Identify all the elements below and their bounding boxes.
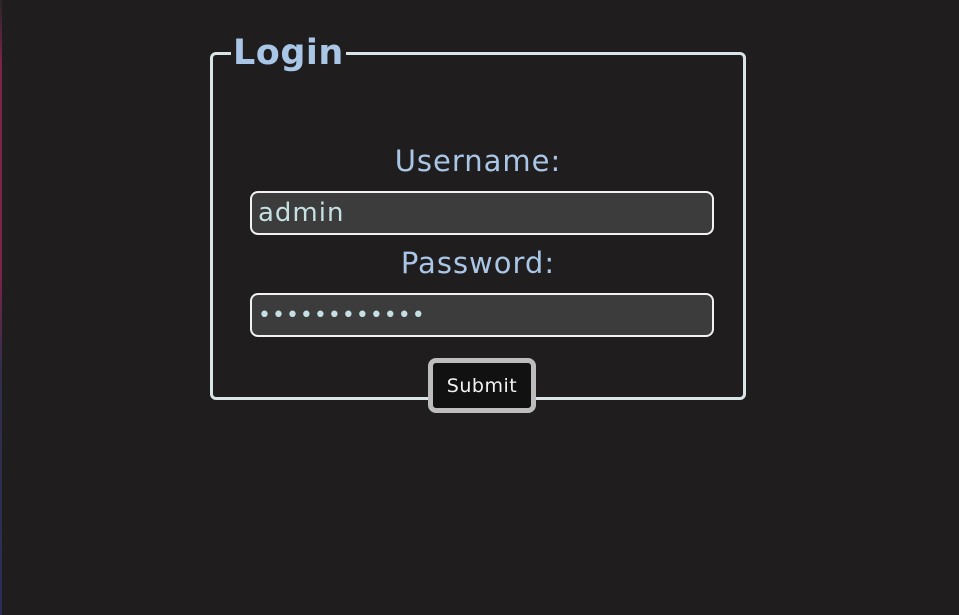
password-input[interactable] [250, 293, 714, 337]
username-input[interactable] [250, 191, 714, 235]
left-edge-accent [0, 0, 2, 615]
username-label: Username: [394, 144, 562, 178]
submit-button[interactable]: Submit [428, 358, 536, 413]
login-form: Login Username: Password: Submit [210, 33, 746, 413]
login-title: Login [233, 33, 344, 73]
password-label: Password: [400, 246, 556, 280]
